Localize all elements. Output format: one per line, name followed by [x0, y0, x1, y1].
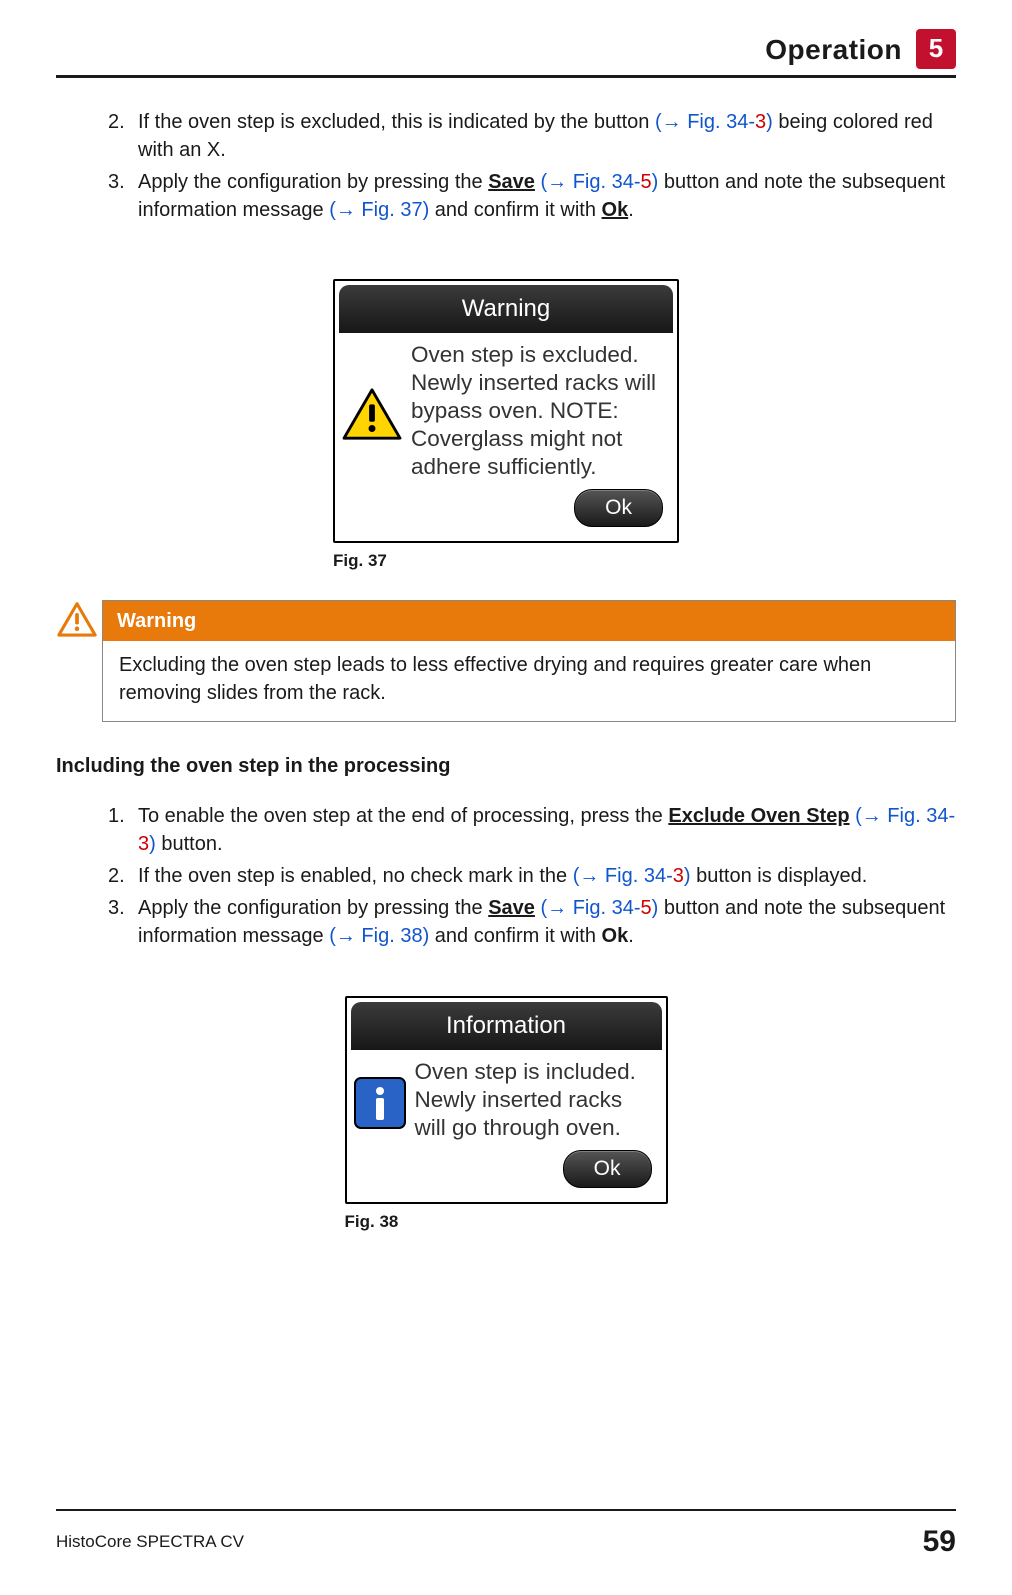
step-text: Apply the configuration by pressing the …	[138, 171, 945, 221]
page-number: 59	[923, 1521, 956, 1563]
steps-list-a: 2. If the oven step is excluded, this is…	[56, 108, 956, 224]
step-text: If the oven step is enabled, no check ma…	[138, 865, 867, 887]
figure-reference[interactable]: (→ Fig. 38)	[329, 925, 429, 947]
step-text: If the oven step is excluded, this is in…	[138, 111, 933, 161]
chapter-number-badge: 5	[916, 29, 956, 69]
figure-reference[interactable]: (→ Fig. 37)	[329, 199, 429, 221]
section-heading: Including the oven step in the processin…	[56, 752, 956, 780]
figure-caption: Fig. 37	[333, 549, 679, 573]
step-text: Apply the configuration by pressing the …	[138, 897, 945, 947]
warning-triangle-icon	[341, 387, 403, 443]
step-number: 1.	[108, 802, 125, 830]
warning-callout-body: Excluding the oven step leads to less ef…	[103, 641, 955, 721]
step-item: 3. Apply the configuration by pressing t…	[108, 894, 956, 950]
save-label: Save	[488, 897, 535, 919]
ok-label: Ok	[602, 925, 629, 947]
dialog-title: Information	[351, 1002, 662, 1050]
step-number: 2.	[108, 108, 125, 136]
warning-dialog: Warning Oven step is excluded. Newly ins…	[333, 279, 679, 543]
warning-triangle-icon	[57, 601, 97, 639]
figure-reference[interactable]: (→ Fig. 34-3)	[655, 111, 773, 133]
ok-button[interactable]: Ok	[563, 1150, 652, 1188]
step-text: To enable the oven step at the end of pr…	[138, 805, 955, 855]
button-label: Exclude Oven Step	[668, 805, 849, 827]
figure-38: Information Oven step is included. Newly…	[56, 996, 956, 1235]
step-item: 3. Apply the configuration by pressing t…	[108, 168, 956, 224]
step-item: 1. To enable the oven step at the end of…	[108, 802, 956, 858]
dialog-body-text: Oven step is excluded. Newly inserted ra…	[411, 341, 667, 482]
figure-reference[interactable]: (→ Fig. 34-3)	[573, 865, 691, 887]
info-icon	[353, 1076, 407, 1130]
figure-37: Warning Oven step is excluded. Newly ins…	[56, 279, 956, 574]
warning-callout: Warning Excluding the oven step leads to…	[102, 600, 956, 722]
step-number: 3.	[108, 894, 125, 922]
product-name: HistoCore SPECTRA CV	[56, 1530, 244, 1554]
information-dialog: Information Oven step is included. Newly…	[345, 996, 668, 1204]
step-number: 3.	[108, 168, 125, 196]
figure-reference[interactable]: (→ Fig. 34-5)	[535, 897, 658, 919]
dialog-title: Warning	[339, 285, 673, 333]
figure-caption: Fig. 38	[345, 1210, 668, 1234]
warning-callout-title: Warning	[103, 601, 955, 641]
figure-reference[interactable]: (→ Fig. 34-5)	[535, 171, 658, 193]
steps-list-b: 1. To enable the oven step at the end of…	[56, 802, 956, 950]
step-item: 2. If the oven step is excluded, this is…	[108, 108, 956, 164]
page-header: Operation 5	[56, 30, 956, 78]
ok-button[interactable]: Ok	[574, 489, 663, 527]
page-footer: HistoCore SPECTRA CV 59	[56, 1509, 956, 1563]
chapter-title: Operation	[765, 30, 902, 69]
step-number: 2.	[108, 862, 125, 890]
dialog-body-text: Oven step is included. Newly inserted ra…	[415, 1058, 656, 1142]
save-label: Save	[488, 171, 535, 193]
step-item: 2. If the oven step is enabled, no check…	[108, 862, 956, 890]
ok-label: Ok	[602, 199, 629, 221]
